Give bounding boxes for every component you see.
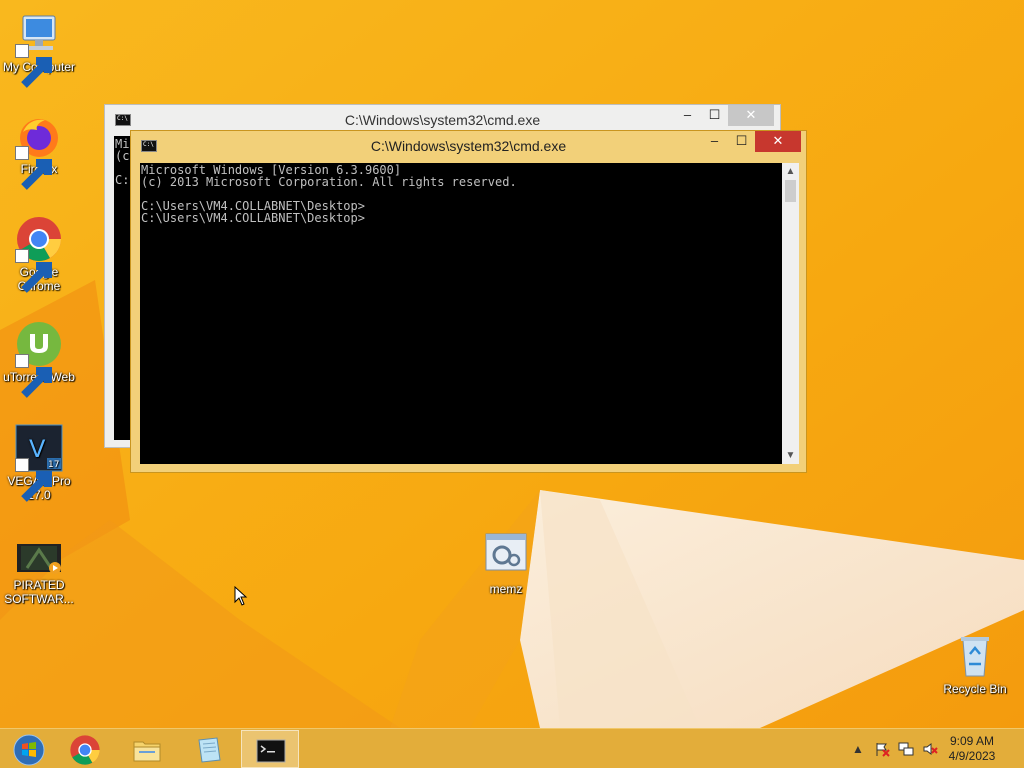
desktop-icon-vegas-pro[interactable]: V 17 VEGAS Pro 17.0 (0, 424, 78, 502)
close-button[interactable]: ✕ (728, 105, 774, 126)
taskbar-cmd-button[interactable] (241, 730, 299, 768)
desktop-icon-memz[interactable]: memz (467, 532, 545, 596)
memz-exe-icon (485, 533, 527, 571)
console-line: C: (115, 173, 130, 187)
console-output-area[interactable]: Microsoft Windows [Version 6.3.9600] (c) … (140, 163, 782, 464)
volume-muted-icon[interactable] (922, 741, 938, 757)
desktop-icon-recycle-bin[interactable]: Recycle Bin (936, 632, 1014, 696)
title-bar[interactable]: C:\Windows\system32\cmd.exe – ☐ ✕ (131, 131, 806, 161)
shortcut-arrow-icon (15, 354, 52, 398)
taskbar-chrome-button[interactable] (56, 730, 114, 768)
scroll-thumb[interactable] (785, 180, 796, 202)
clock-date: 4/9/2023 (948, 749, 996, 763)
minimize-button[interactable]: – (701, 131, 728, 152)
desktop-icon-label: Recycle Bin (943, 682, 1007, 696)
network-icon[interactable] (898, 741, 914, 757)
action-center-flag-icon[interactable] (874, 741, 890, 757)
desktop-icon-label: PIRATED SOFTWAR... (4, 578, 74, 606)
close-button[interactable]: ✕ (755, 131, 801, 152)
show-hidden-icons-chevron-icon[interactable]: ▲ (850, 741, 866, 757)
desktop-icon-google-chrome[interactable]: Google Chrome (0, 215, 78, 293)
windows-start-orb-icon (13, 734, 45, 766)
desktop-icon-firefox[interactable]: Firefox (0, 112, 78, 190)
console-line: C:\Users\VM4.COLLABNET\Desktop> (141, 211, 365, 225)
shortcut-arrow-icon (15, 458, 52, 502)
folder-icon (133, 741, 161, 762)
taskbar-file-explorer-button[interactable] (118, 730, 176, 768)
notepad-icon (198, 737, 221, 763)
shortcut-arrow-icon (15, 249, 52, 293)
minimize-button[interactable]: – (674, 105, 701, 126)
desktop-icon-pirated-software[interactable]: PIRATED SOFTWAR... (0, 540, 78, 606)
taskbar-clock[interactable]: 9:09 AM 4/9/2023 (942, 734, 1002, 764)
desktop-icon-utorrent-web[interactable]: uTorrent Web (0, 320, 78, 398)
video-file-icon (17, 544, 61, 574)
console-line: (c (115, 149, 130, 163)
shortcut-arrow-icon (15, 44, 52, 88)
clock-time: 9:09 AM (949, 734, 995, 748)
desktop-icon-label: memz (489, 582, 523, 596)
start-button[interactable] (0, 730, 58, 768)
scroll-down-arrow-icon[interactable]: ▼ (782, 447, 799, 464)
cmd-icon (256, 739, 286, 763)
vertical-scrollbar[interactable]: ▲ ▼ (782, 163, 799, 464)
taskbar: ▲ 9:09 AM 4/9/2023 (0, 728, 1024, 768)
taskbar-notepad-button[interactable] (180, 730, 238, 768)
chrome-icon (70, 735, 100, 765)
console-window-active[interactable]: C:\Windows\system32\cmd.exe – ☐ ✕ Micros… (130, 130, 807, 473)
shortcut-arrow-icon (15, 146, 52, 190)
desktop-icon-my-computer[interactable]: My Computer (0, 10, 78, 88)
console-line: (c) 2013 Microsoft Corporation. All righ… (141, 175, 517, 189)
scroll-up-arrow-icon[interactable]: ▲ (782, 163, 799, 180)
recycle-bin-icon (961, 637, 989, 677)
maximize-button[interactable]: ☐ (728, 131, 755, 152)
mouse-cursor-icon (234, 586, 248, 606)
maximize-button[interactable]: ☐ (701, 105, 728, 126)
